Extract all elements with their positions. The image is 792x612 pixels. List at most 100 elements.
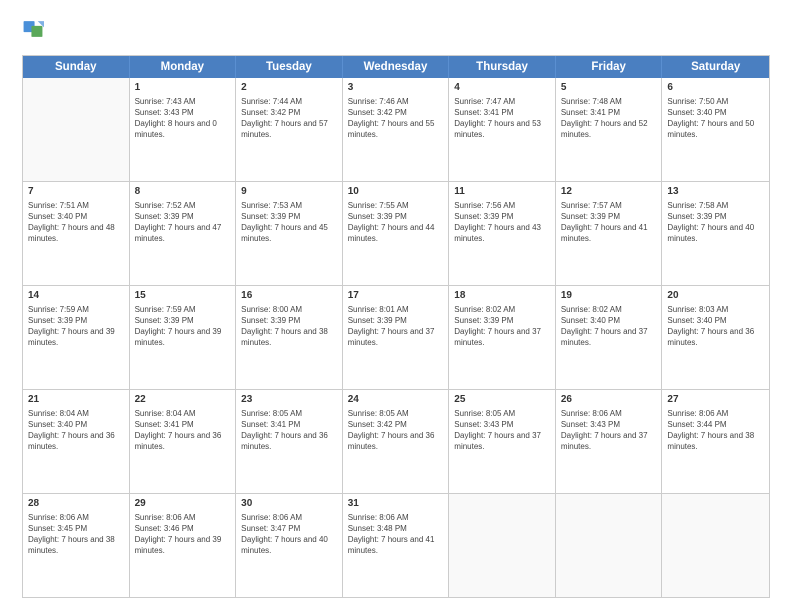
cal-cell-2-3: 17Sunrise: 8:01 AMSunset: 3:39 PMDayligh… (343, 286, 450, 389)
cal-cell-0-0 (23, 78, 130, 181)
cal-cell-0-2: 2Sunrise: 7:44 AMSunset: 3:42 PMDaylight… (236, 78, 343, 181)
header-day-tuesday: Tuesday (236, 56, 343, 78)
day-number: 3 (348, 81, 444, 95)
cal-cell-1-2: 9Sunrise: 7:53 AMSunset: 3:39 PMDaylight… (236, 182, 343, 285)
cell-info: Sunrise: 7:44 AMSunset: 3:42 PMDaylight:… (241, 96, 337, 141)
cell-info: Sunrise: 8:04 AMSunset: 3:40 PMDaylight:… (28, 408, 124, 453)
cell-info: Sunrise: 8:06 AMSunset: 3:48 PMDaylight:… (348, 512, 444, 557)
day-number: 30 (241, 497, 337, 511)
cal-cell-2-5: 19Sunrise: 8:02 AMSunset: 3:40 PMDayligh… (556, 286, 663, 389)
cal-cell-4-5 (556, 494, 663, 597)
cal-cell-4-3: 31Sunrise: 8:06 AMSunset: 3:48 PMDayligh… (343, 494, 450, 597)
cell-info: Sunrise: 8:05 AMSunset: 3:41 PMDaylight:… (241, 408, 337, 453)
day-number: 29 (135, 497, 231, 511)
day-number: 23 (241, 393, 337, 407)
cal-cell-4-1: 29Sunrise: 8:06 AMSunset: 3:46 PMDayligh… (130, 494, 237, 597)
day-number: 18 (454, 289, 550, 303)
cal-cell-3-5: 26Sunrise: 8:06 AMSunset: 3:43 PMDayligh… (556, 390, 663, 493)
cal-cell-1-3: 10Sunrise: 7:55 AMSunset: 3:39 PMDayligh… (343, 182, 450, 285)
day-number: 19 (561, 289, 657, 303)
cell-info: Sunrise: 8:00 AMSunset: 3:39 PMDaylight:… (241, 304, 337, 349)
cal-cell-4-4 (449, 494, 556, 597)
cal-cell-4-2: 30Sunrise: 8:06 AMSunset: 3:47 PMDayligh… (236, 494, 343, 597)
week-row-3: 21Sunrise: 8:04 AMSunset: 3:40 PMDayligh… (23, 389, 769, 493)
day-number: 15 (135, 289, 231, 303)
cell-info: Sunrise: 8:05 AMSunset: 3:42 PMDaylight:… (348, 408, 444, 453)
day-number: 31 (348, 497, 444, 511)
cell-info: Sunrise: 7:43 AMSunset: 3:43 PMDaylight:… (135, 96, 231, 141)
cell-info: Sunrise: 8:04 AMSunset: 3:41 PMDaylight:… (135, 408, 231, 453)
day-number: 25 (454, 393, 550, 407)
week-row-1: 7Sunrise: 7:51 AMSunset: 3:40 PMDaylight… (23, 181, 769, 285)
day-number: 11 (454, 185, 550, 199)
cell-info: Sunrise: 7:53 AMSunset: 3:39 PMDaylight:… (241, 200, 337, 245)
cal-cell-2-2: 16Sunrise: 8:00 AMSunset: 3:39 PMDayligh… (236, 286, 343, 389)
day-number: 2 (241, 81, 337, 95)
header-day-friday: Friday (556, 56, 663, 78)
cal-cell-2-1: 15Sunrise: 7:59 AMSunset: 3:39 PMDayligh… (130, 286, 237, 389)
day-number: 4 (454, 81, 550, 95)
header-day-saturday: Saturday (662, 56, 769, 78)
logo (22, 18, 48, 45)
cell-info: Sunrise: 7:48 AMSunset: 3:41 PMDaylight:… (561, 96, 657, 141)
cal-cell-0-4: 4Sunrise: 7:47 AMSunset: 3:41 PMDaylight… (449, 78, 556, 181)
day-number: 24 (348, 393, 444, 407)
cell-info: Sunrise: 7:59 AMSunset: 3:39 PMDaylight:… (135, 304, 231, 349)
day-number: 9 (241, 185, 337, 199)
cell-info: Sunrise: 8:06 AMSunset: 3:46 PMDaylight:… (135, 512, 231, 557)
cal-cell-2-4: 18Sunrise: 8:02 AMSunset: 3:39 PMDayligh… (449, 286, 556, 389)
day-number: 16 (241, 289, 337, 303)
day-number: 27 (667, 393, 764, 407)
cal-cell-0-6: 6Sunrise: 7:50 AMSunset: 3:40 PMDaylight… (662, 78, 769, 181)
day-number: 8 (135, 185, 231, 199)
calendar-header: SundayMondayTuesdayWednesdayThursdayFrid… (23, 56, 769, 78)
day-number: 26 (561, 393, 657, 407)
cal-cell-0-3: 3Sunrise: 7:46 AMSunset: 3:42 PMDaylight… (343, 78, 450, 181)
cell-info: Sunrise: 8:01 AMSunset: 3:39 PMDaylight:… (348, 304, 444, 349)
cal-cell-4-6 (662, 494, 769, 597)
cal-cell-1-4: 11Sunrise: 7:56 AMSunset: 3:39 PMDayligh… (449, 182, 556, 285)
cell-info: Sunrise: 7:51 AMSunset: 3:40 PMDaylight:… (28, 200, 124, 245)
logo-icon (22, 18, 44, 45)
cell-info: Sunrise: 8:02 AMSunset: 3:39 PMDaylight:… (454, 304, 550, 349)
cal-cell-3-4: 25Sunrise: 8:05 AMSunset: 3:43 PMDayligh… (449, 390, 556, 493)
cell-info: Sunrise: 7:52 AMSunset: 3:39 PMDaylight:… (135, 200, 231, 245)
cell-info: Sunrise: 7:59 AMSunset: 3:39 PMDaylight:… (28, 304, 124, 349)
cell-info: Sunrise: 7:55 AMSunset: 3:39 PMDaylight:… (348, 200, 444, 245)
cell-info: Sunrise: 7:46 AMSunset: 3:42 PMDaylight:… (348, 96, 444, 141)
cell-info: Sunrise: 8:05 AMSunset: 3:43 PMDaylight:… (454, 408, 550, 453)
day-number: 6 (667, 81, 764, 95)
page: SundayMondayTuesdayWednesdayThursdayFrid… (0, 0, 792, 612)
cal-cell-3-0: 21Sunrise: 8:04 AMSunset: 3:40 PMDayligh… (23, 390, 130, 493)
cell-info: Sunrise: 8:03 AMSunset: 3:40 PMDaylight:… (667, 304, 764, 349)
cal-cell-1-5: 12Sunrise: 7:57 AMSunset: 3:39 PMDayligh… (556, 182, 663, 285)
cell-info: Sunrise: 7:56 AMSunset: 3:39 PMDaylight:… (454, 200, 550, 245)
cal-cell-1-1: 8Sunrise: 7:52 AMSunset: 3:39 PMDaylight… (130, 182, 237, 285)
day-number: 17 (348, 289, 444, 303)
day-number: 5 (561, 81, 657, 95)
cell-info: Sunrise: 8:06 AMSunset: 3:47 PMDaylight:… (241, 512, 337, 557)
day-number: 14 (28, 289, 124, 303)
cell-info: Sunrise: 7:47 AMSunset: 3:41 PMDaylight:… (454, 96, 550, 141)
cell-info: Sunrise: 8:06 AMSunset: 3:43 PMDaylight:… (561, 408, 657, 453)
cal-cell-4-0: 28Sunrise: 8:06 AMSunset: 3:45 PMDayligh… (23, 494, 130, 597)
header (22, 18, 770, 45)
day-number: 22 (135, 393, 231, 407)
day-number: 7 (28, 185, 124, 199)
day-number: 20 (667, 289, 764, 303)
cal-cell-0-1: 1Sunrise: 7:43 AMSunset: 3:43 PMDaylight… (130, 78, 237, 181)
day-number: 1 (135, 81, 231, 95)
cell-info: Sunrise: 8:06 AMSunset: 3:45 PMDaylight:… (28, 512, 124, 557)
week-row-0: 1Sunrise: 7:43 AMSunset: 3:43 PMDaylight… (23, 78, 769, 181)
cal-cell-3-2: 23Sunrise: 8:05 AMSunset: 3:41 PMDayligh… (236, 390, 343, 493)
cell-info: Sunrise: 8:02 AMSunset: 3:40 PMDaylight:… (561, 304, 657, 349)
header-day-thursday: Thursday (449, 56, 556, 78)
cell-info: Sunrise: 7:50 AMSunset: 3:40 PMDaylight:… (667, 96, 764, 141)
day-number: 21 (28, 393, 124, 407)
cal-cell-1-6: 13Sunrise: 7:58 AMSunset: 3:39 PMDayligh… (662, 182, 769, 285)
week-row-4: 28Sunrise: 8:06 AMSunset: 3:45 PMDayligh… (23, 493, 769, 597)
cal-cell-0-5: 5Sunrise: 7:48 AMSunset: 3:41 PMDaylight… (556, 78, 663, 181)
cal-cell-1-0: 7Sunrise: 7:51 AMSunset: 3:40 PMDaylight… (23, 182, 130, 285)
calendar-body: 1Sunrise: 7:43 AMSunset: 3:43 PMDaylight… (23, 78, 769, 597)
cell-info: Sunrise: 7:57 AMSunset: 3:39 PMDaylight:… (561, 200, 657, 245)
